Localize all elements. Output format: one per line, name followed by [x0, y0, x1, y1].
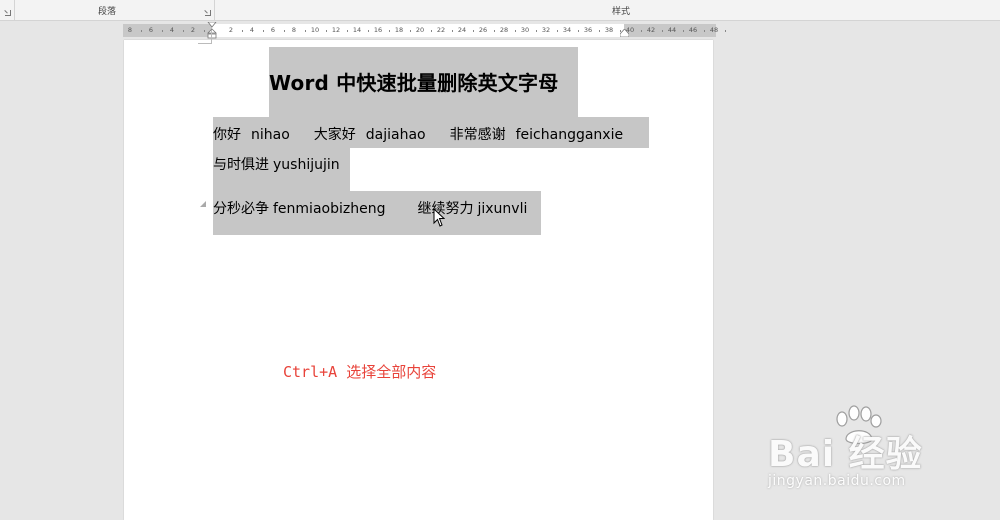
text-run: 继续努力 — [417, 201, 474, 217]
ruler-number: 36 — [583, 26, 593, 34]
ruler-tick — [325, 30, 327, 32]
ruler-tick — [577, 30, 579, 32]
ruler-number: 16 — [373, 26, 383, 34]
ribbon-group-strip: 段落 样式 — [0, 0, 1000, 21]
ruler-number: 44 — [667, 26, 677, 34]
ruler-tick — [241, 30, 243, 32]
ruler-number: 14 — [352, 26, 362, 34]
ribbon-divider — [14, 0, 15, 20]
ruler-number: 10 — [310, 26, 320, 34]
ruler-number: 22 — [436, 26, 446, 34]
ruler-tick — [262, 30, 264, 32]
ruler-number: 26 — [478, 26, 488, 34]
ruler-number: 6 — [270, 26, 276, 34]
ruler-number: 30 — [520, 26, 530, 34]
ruler-number: 28 — [499, 26, 509, 34]
text-run: 与时俱进 — [213, 157, 269, 173]
watermark-brand: Bai 经验 — [768, 434, 923, 475]
text-run: nihao — [251, 127, 290, 143]
right-indent-icon[interactable] — [620, 29, 629, 37]
ruler-number: 20 — [415, 26, 425, 34]
document-line-3[interactable]: 分秒必争 fenmiaobizheng 继续努力 jixunvli — [213, 198, 527, 218]
text-run: 你好 — [213, 127, 241, 143]
ruler-tick — [556, 30, 558, 32]
ruler-tick — [640, 30, 642, 32]
ruler-number: 32 — [541, 26, 551, 34]
text-run: yushijujin — [273, 157, 340, 173]
ruler-tick — [661, 30, 663, 32]
ruler-tick — [409, 30, 411, 32]
ruler-tick — [703, 30, 705, 32]
ruler-number: 8 — [127, 26, 133, 34]
ruler-tick — [724, 30, 726, 32]
ruler-tick — [283, 30, 285, 32]
text-run: feichangganxie — [515, 127, 624, 143]
ruler-tick — [514, 30, 516, 32]
ruler-tick — [140, 30, 142, 32]
document-title[interactable]: Word 中快速批量删除英文字母 — [269, 67, 558, 96]
ruler-tick — [472, 30, 474, 32]
margin-corner-mark — [198, 30, 212, 44]
ruler-number: 42 — [646, 26, 656, 34]
dialog-launcher-icon[interactable] — [5, 10, 11, 16]
ruler-number: 4 — [169, 26, 175, 34]
ruler-number: 24 — [457, 26, 467, 34]
document-line-1[interactable]: 你好 nihao 大家好 dajiahao 非常感谢 feichangganxie — [213, 124, 623, 144]
ribbon-group-styles-label: 样式 — [612, 7, 631, 17]
ruler-number: 6 — [148, 26, 154, 34]
document-line-2[interactable]: 与时俱进 yushijujin — [213, 154, 340, 174]
ruler-tick — [493, 30, 495, 32]
watermark-url: jingyan.baidu.com — [768, 473, 906, 489]
text-run: 大家好 — [313, 127, 356, 143]
ruler-tick — [182, 30, 184, 32]
ruler-tick — [388, 30, 390, 32]
ruler-tick — [346, 30, 348, 32]
instruction-annotation: Ctrl+A 选择全部内容 — [283, 363, 437, 381]
ruler-number: 48 — [709, 26, 719, 34]
text-run: 分秒必争 — [213, 201, 269, 217]
ruler-number: 12 — [331, 26, 341, 34]
paragraph-mark-icon — [200, 201, 206, 207]
ruler-number: 4 — [249, 26, 255, 34]
ruler-number: 38 — [604, 26, 614, 34]
ruler-tick — [535, 30, 537, 32]
text-run: jixunvli — [477, 201, 528, 217]
text-run: 非常感谢 — [449, 127, 506, 143]
ruler-tick — [367, 30, 369, 32]
ruler-tick — [430, 30, 432, 32]
ruler-tick — [451, 30, 453, 32]
mouse-pointer-icon — [433, 208, 445, 227]
paragraph-launcher-icon[interactable] — [205, 10, 211, 16]
text-run: fenmiaobizheng — [273, 201, 386, 217]
text-run: dajiahao — [365, 127, 426, 143]
ribbon-divider — [214, 0, 215, 20]
ruler-tick — [161, 30, 163, 32]
ruler-number: 8 — [291, 26, 297, 34]
ruler-number: 2 — [228, 26, 234, 34]
ruler-number: 18 — [394, 26, 404, 34]
ruler-tick — [304, 30, 306, 32]
ruler-tick — [598, 30, 600, 32]
ruler-number: 46 — [688, 26, 698, 34]
ruler-number: 34 — [562, 26, 572, 34]
ribbon-group-paragraph-label: 段落 — [98, 7, 117, 17]
ruler-tick — [682, 30, 684, 32]
baidu-jingyan-watermark: Bai 经验 jingyan.baidu.com — [760, 405, 960, 505]
ruler-number: 2 — [190, 26, 196, 34]
document-page[interactable]: Word 中快速批量删除英文字母 你好 nihao 大家好 dajiahao 非常感谢 f… — [124, 30, 713, 520]
